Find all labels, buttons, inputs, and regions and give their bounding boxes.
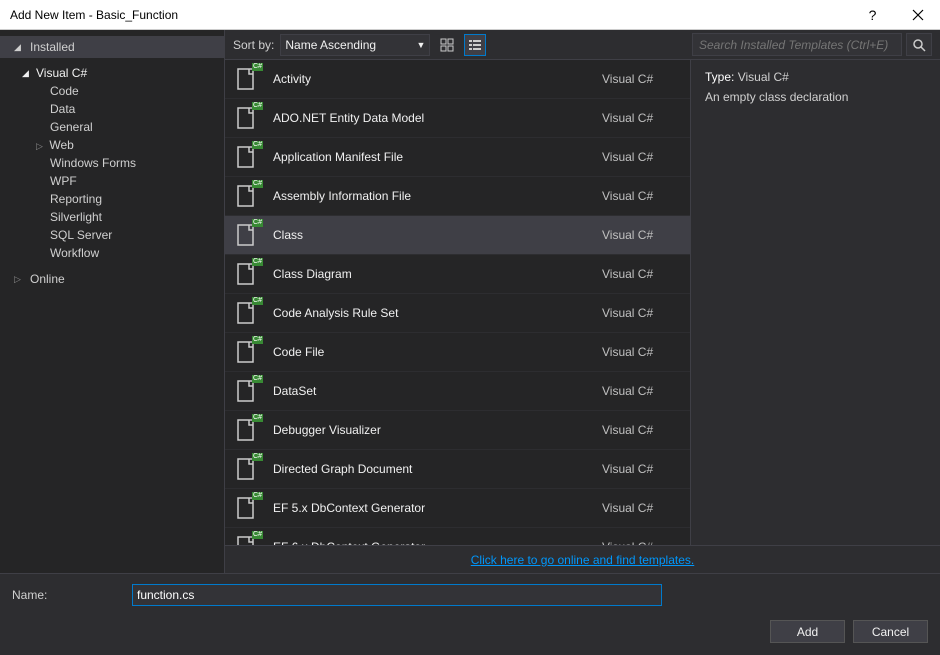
template-name: DataSet <box>273 384 590 398</box>
template-row[interactable]: C# Code File Visual C# <box>225 333 690 372</box>
toolbar: Sort by: Name Ascending ▼ <box>225 30 940 60</box>
bottom-panel: Name: Add Cancel <box>0 573 940 655</box>
template-icon: C# <box>233 221 261 249</box>
template-icon: C# <box>233 299 261 327</box>
template-row[interactable]: C# ADO.NET Entity Data Model Visual C# <box>225 99 690 138</box>
chevron-down-icon: ▼ <box>416 40 425 50</box>
template-icon: C# <box>233 143 261 171</box>
close-button[interactable] <box>895 0 940 30</box>
template-row[interactable]: C# DataSet Visual C# <box>225 372 690 411</box>
template-icon: C# <box>233 377 261 405</box>
nav-item-general[interactable]: General <box>0 118 224 136</box>
template-row[interactable]: C#EF 6.x DbContext GeneratorVisual C# <box>225 528 690 545</box>
nav-item-reporting[interactable]: Reporting <box>0 190 224 208</box>
collapse-icon: ◢ <box>22 68 32 79</box>
installed-header[interactable]: ◢ Installed <box>0 36 224 58</box>
template-description: An empty class declaration <box>705 90 926 104</box>
nav-item-web[interactable]: ▷ Web <box>0 136 224 154</box>
template-name: Debugger Visualizer <box>273 423 590 437</box>
template-lang: Visual C# <box>602 306 682 320</box>
template-icon: C# <box>233 104 261 132</box>
nav-item-silverlight[interactable]: Silverlight <box>0 208 224 226</box>
template-lang: Visual C# <box>602 501 682 515</box>
template-lang: Visual C# <box>602 384 682 398</box>
template-icon: C# <box>233 494 261 522</box>
template-icon: C# <box>233 182 261 210</box>
cancel-button[interactable]: Cancel <box>853 620 928 643</box>
titlebar: Add New Item - Basic_Function ? <box>0 0 940 30</box>
template-lang: Visual C# <box>602 72 682 86</box>
expand-icon: ▷ <box>14 274 24 285</box>
template-name: Activity <box>273 72 590 86</box>
template-lang: Visual C# <box>602 462 682 476</box>
search-input[interactable] <box>692 33 902 56</box>
template-row[interactable]: C# Application Manifest File Visual C# <box>225 138 690 177</box>
collapse-icon: ◢ <box>14 42 24 53</box>
template-name: Assembly Information File <box>273 189 590 203</box>
add-button[interactable]: Add <box>770 620 845 643</box>
template-lang: Visual C# <box>602 111 682 125</box>
template-icon: C# <box>233 533 261 545</box>
template-row[interactable]: C# Code Analysis Rule Set Visual C# <box>225 294 690 333</box>
sort-dropdown[interactable]: Name Ascending ▼ <box>280 34 430 56</box>
expand-icon: ▷ <box>36 141 46 152</box>
name-label: Name: <box>12 588 122 602</box>
window-title: Add New Item - Basic_Function <box>0 8 850 22</box>
online-header[interactable]: ▷ Online <box>0 268 224 290</box>
template-lang: Visual C# <box>602 150 682 164</box>
template-name: Application Manifest File <box>273 150 590 164</box>
template-icon: C# <box>233 455 261 483</box>
type-label: Type: <box>705 70 734 84</box>
online-link-bar: Click here to go online and find templat… <box>225 545 940 573</box>
template-icon: C# <box>233 260 261 288</box>
template-name: Class Diagram <box>273 267 590 281</box>
name-input[interactable] <box>132 584 662 606</box>
detail-pane: Type: Visual C# An empty class declarati… <box>690 60 940 545</box>
template-lang: Visual C# <box>602 423 682 437</box>
template-name: Directed Graph Document <box>273 462 590 476</box>
nav-item-windows-forms[interactable]: Windows Forms <box>0 154 224 172</box>
template-row[interactable]: C# EF 5.x DbContext Generator Visual C# <box>225 489 690 528</box>
template-list[interactable]: C# Activity Visual C# C# ADO.NET Entity Data… <box>225 60 690 545</box>
online-templates-link[interactable]: Click here to go online and find templat… <box>471 553 694 567</box>
template-name: EF 5.x DbContext Generator <box>273 501 590 515</box>
template-lang: Visual C# <box>602 345 682 359</box>
template-lang: Visual C# <box>602 228 682 242</box>
template-row[interactable]: C# Assembly Information File Visual C# <box>225 177 690 216</box>
type-value: Visual C# <box>738 70 789 84</box>
template-row[interactable]: C# Directed Graph Document Visual C# <box>225 450 690 489</box>
search-button[interactable] <box>906 33 932 56</box>
help-button[interactable]: ? <box>850 0 895 30</box>
nav-item-data[interactable]: Data <box>0 100 224 118</box>
template-name: Class <box>273 228 590 242</box>
category-tree: ◢ Installed ◢ Visual C# CodeDataGeneral▷… <box>0 30 225 573</box>
template-icon: C# <box>233 65 261 93</box>
template-icon: C# <box>233 416 261 444</box>
visual-csharp-node[interactable]: ◢ Visual C# <box>0 64 224 82</box>
medium-icons-view[interactable] <box>436 34 458 56</box>
template-name: ADO.NET Entity Data Model <box>273 111 590 125</box>
template-lang: Visual C# <box>602 267 682 281</box>
sortby-label: Sort by: <box>233 38 274 52</box>
nav-item-sql-server[interactable]: SQL Server <box>0 226 224 244</box>
nav-item-wpf[interactable]: WPF <box>0 172 224 190</box>
template-icon: C# <box>233 338 261 366</box>
nav-item-workflow[interactable]: Workflow <box>0 244 224 262</box>
template-row[interactable]: C# Activity Visual C# <box>225 60 690 99</box>
small-icons-view[interactable] <box>464 34 486 56</box>
template-name: Code File <box>273 345 590 359</box>
template-lang: Visual C# <box>602 189 682 203</box>
template-name: Code Analysis Rule Set <box>273 306 590 320</box>
template-row[interactable]: C# Class Visual C# <box>225 216 690 255</box>
nav-item-code[interactable]: Code <box>0 82 224 100</box>
template-row[interactable]: C# Debugger Visualizer Visual C# <box>225 411 690 450</box>
template-row[interactable]: C# Class Diagram Visual C# <box>225 255 690 294</box>
